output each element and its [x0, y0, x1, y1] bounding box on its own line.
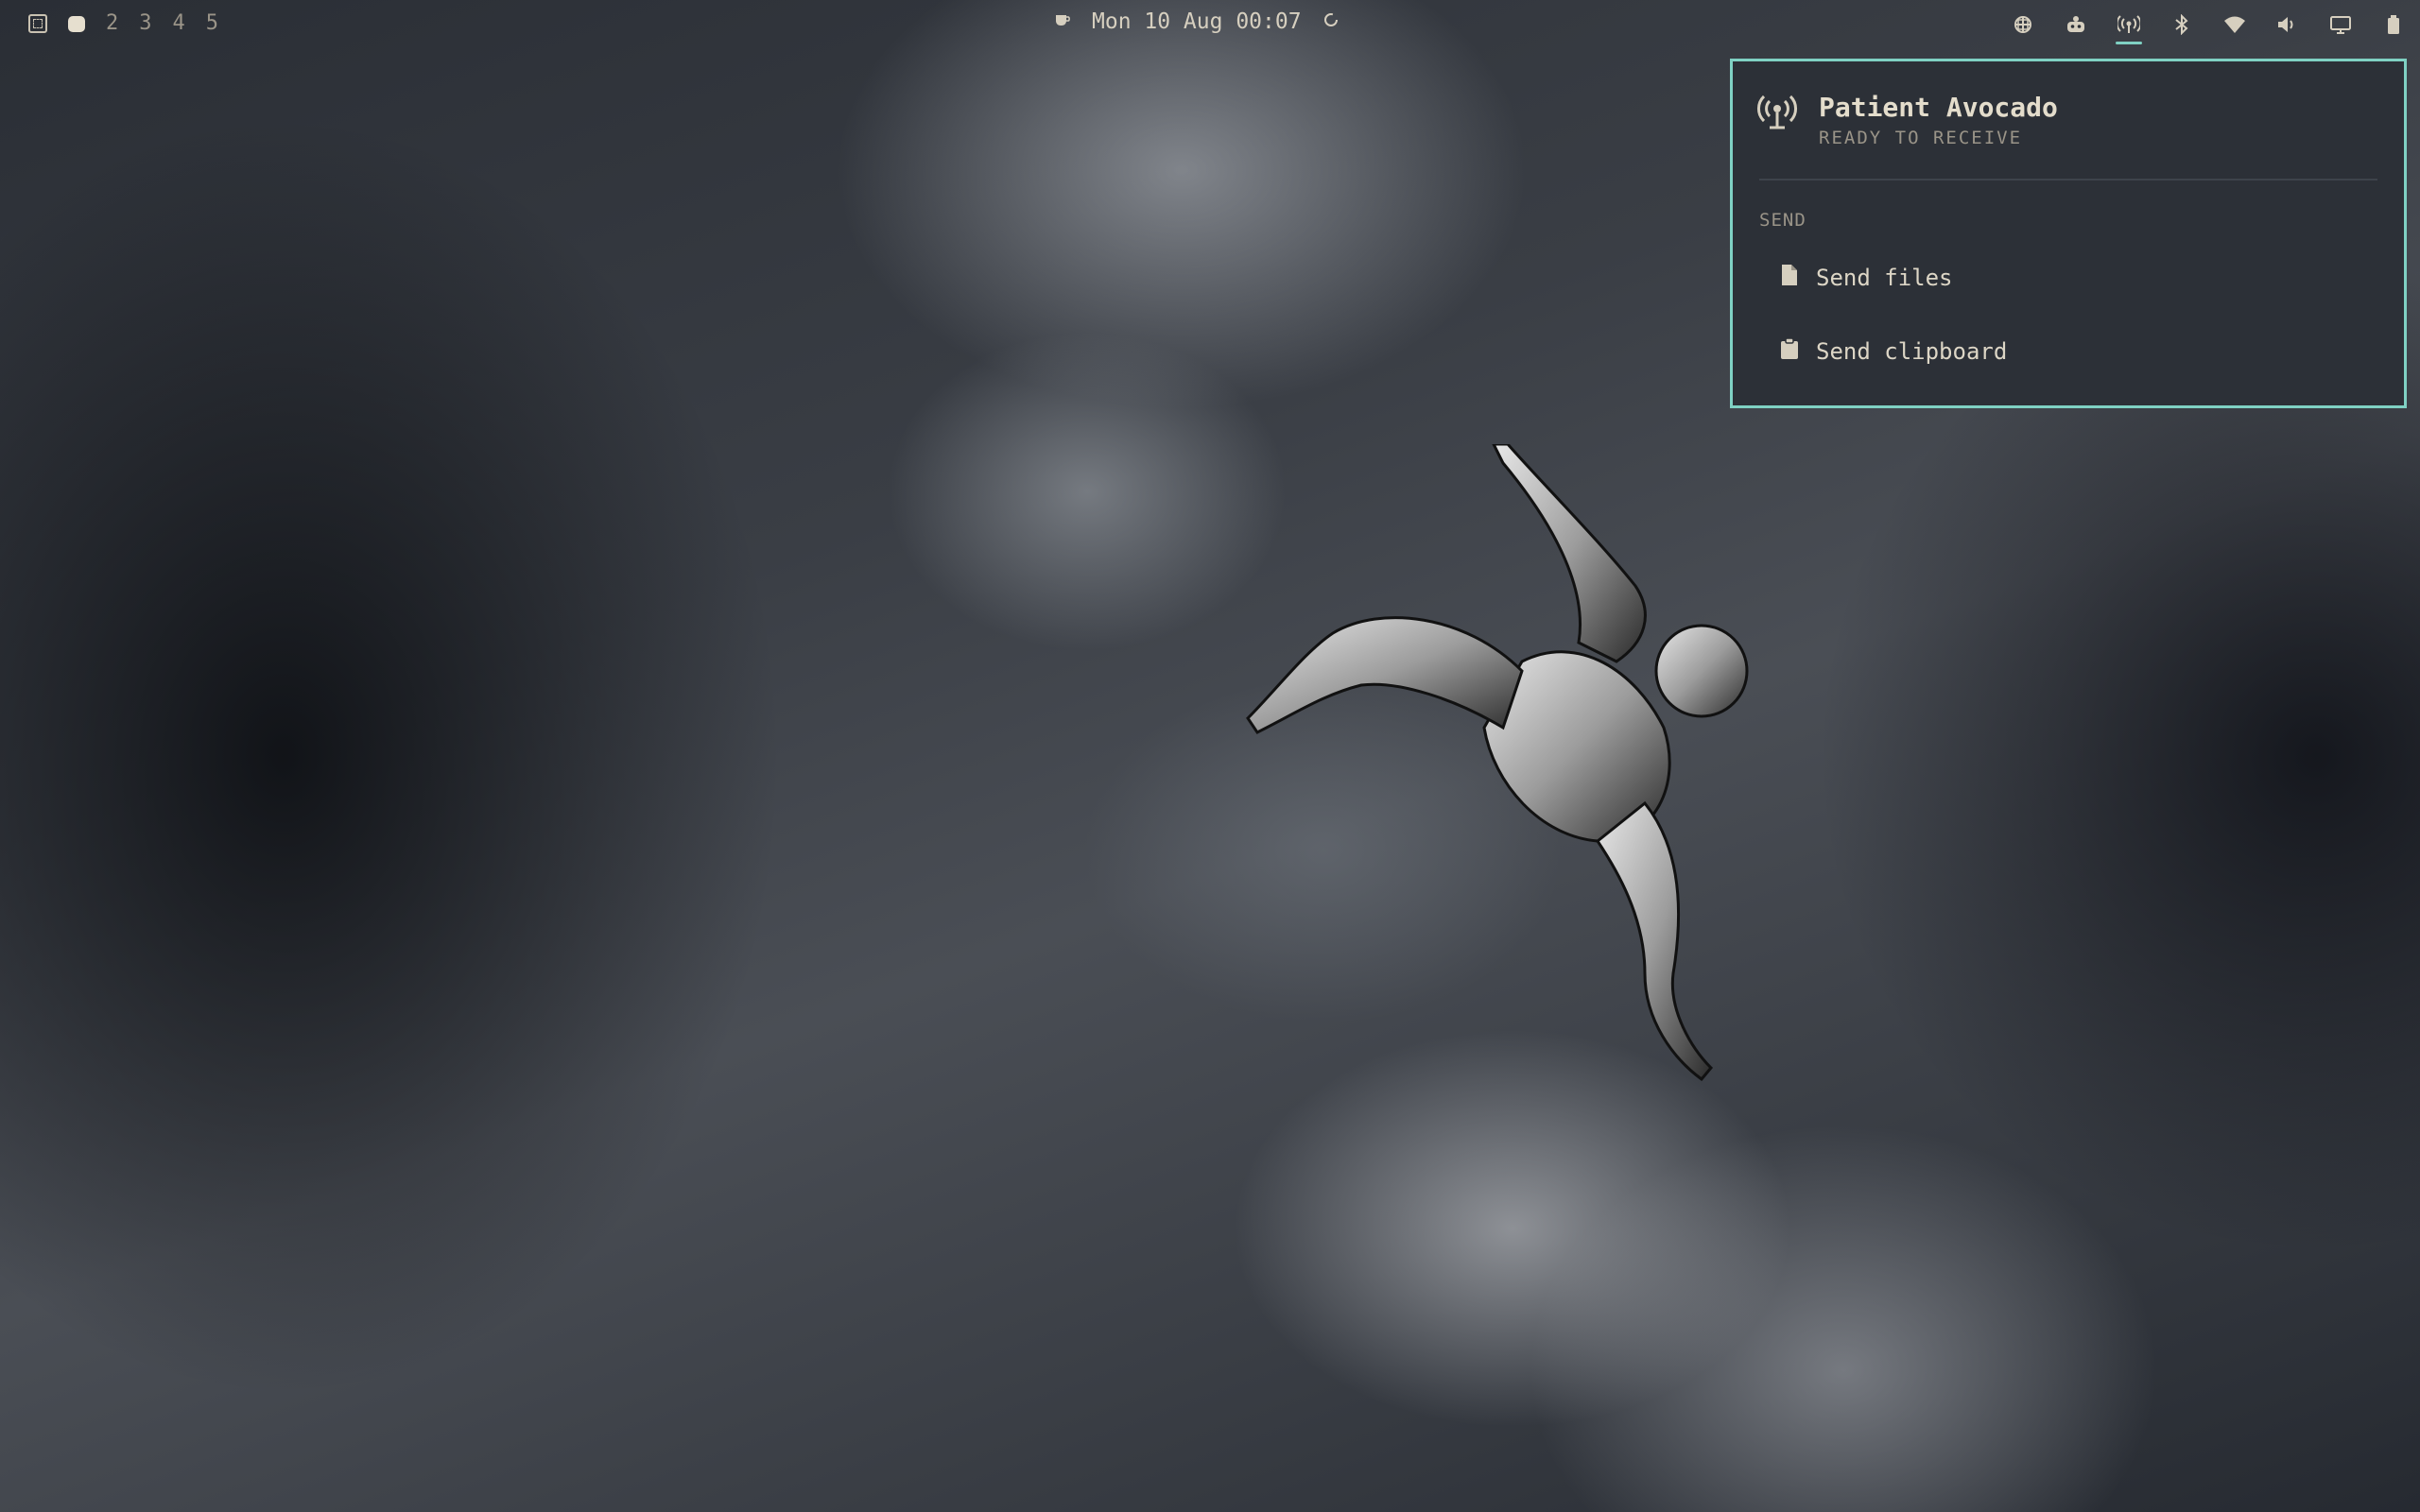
send-section-label: SEND [1759, 210, 1806, 231]
send-files-label: Send files [1816, 265, 1953, 291]
broadcast-icon[interactable] [2116, 13, 2142, 44]
send-files-button[interactable]: Send files [1761, 250, 2376, 305]
clipboard-icon [1780, 337, 1799, 366]
refresh-icon[interactable] [1322, 9, 1340, 34]
clock-area: Mon 10 Aug 00:07 [1054, 9, 1340, 34]
battery-icon[interactable] [2382, 13, 2405, 36]
clock-text[interactable]: Mon 10 Aug 00:07 [1092, 9, 1302, 34]
display-icon[interactable] [2329, 13, 2352, 36]
workspace-switcher: 2 3 4 5 [28, 11, 218, 36]
robot-icon[interactable] [2065, 13, 2087, 36]
top-bar: 2 3 4 5 Mon 10 Aug 00:07 [0, 0, 2420, 49]
system-tray [2012, 9, 2405, 44]
desktop-wallpaper: 2 3 4 5 Mon 10 Aug 00:07 Patient Avocado… [0, 0, 2420, 1512]
divider [1759, 179, 2377, 180]
file-icon [1780, 264, 1799, 292]
screenshot-region-icon[interactable] [28, 14, 47, 33]
workspace-5[interactable]: 5 [206, 11, 218, 36]
popup-header: Patient Avocado READY TO RECEIVE [1756, 92, 2058, 148]
send-clipboard-button[interactable]: Send clipboard [1761, 324, 2376, 379]
falling-figure-artwork [1246, 444, 1749, 1082]
bluetooth-icon[interactable] [2170, 13, 2193, 36]
wifi-icon[interactable] [2223, 13, 2246, 36]
workspace-1-active[interactable] [68, 15, 85, 32]
device-info: Patient Avocado READY TO RECEIVE [1819, 92, 2058, 148]
workspace-4[interactable]: 4 [173, 11, 185, 36]
share-popup: Patient Avocado READY TO RECEIVE SEND Se… [1730, 59, 2407, 408]
workspace-2[interactable]: 2 [106, 11, 118, 36]
device-name: Patient Avocado [1819, 92, 2058, 123]
send-clipboard-label: Send clipboard [1816, 338, 2008, 365]
network-grid-icon[interactable] [2012, 13, 2034, 36]
device-status: READY TO RECEIVE [1819, 128, 2023, 148]
workspace-3[interactable]: 3 [139, 11, 151, 36]
broadcast-icon [1756, 92, 1798, 137]
coffee-icon[interactable] [1054, 9, 1071, 34]
volume-icon[interactable] [2276, 13, 2299, 36]
